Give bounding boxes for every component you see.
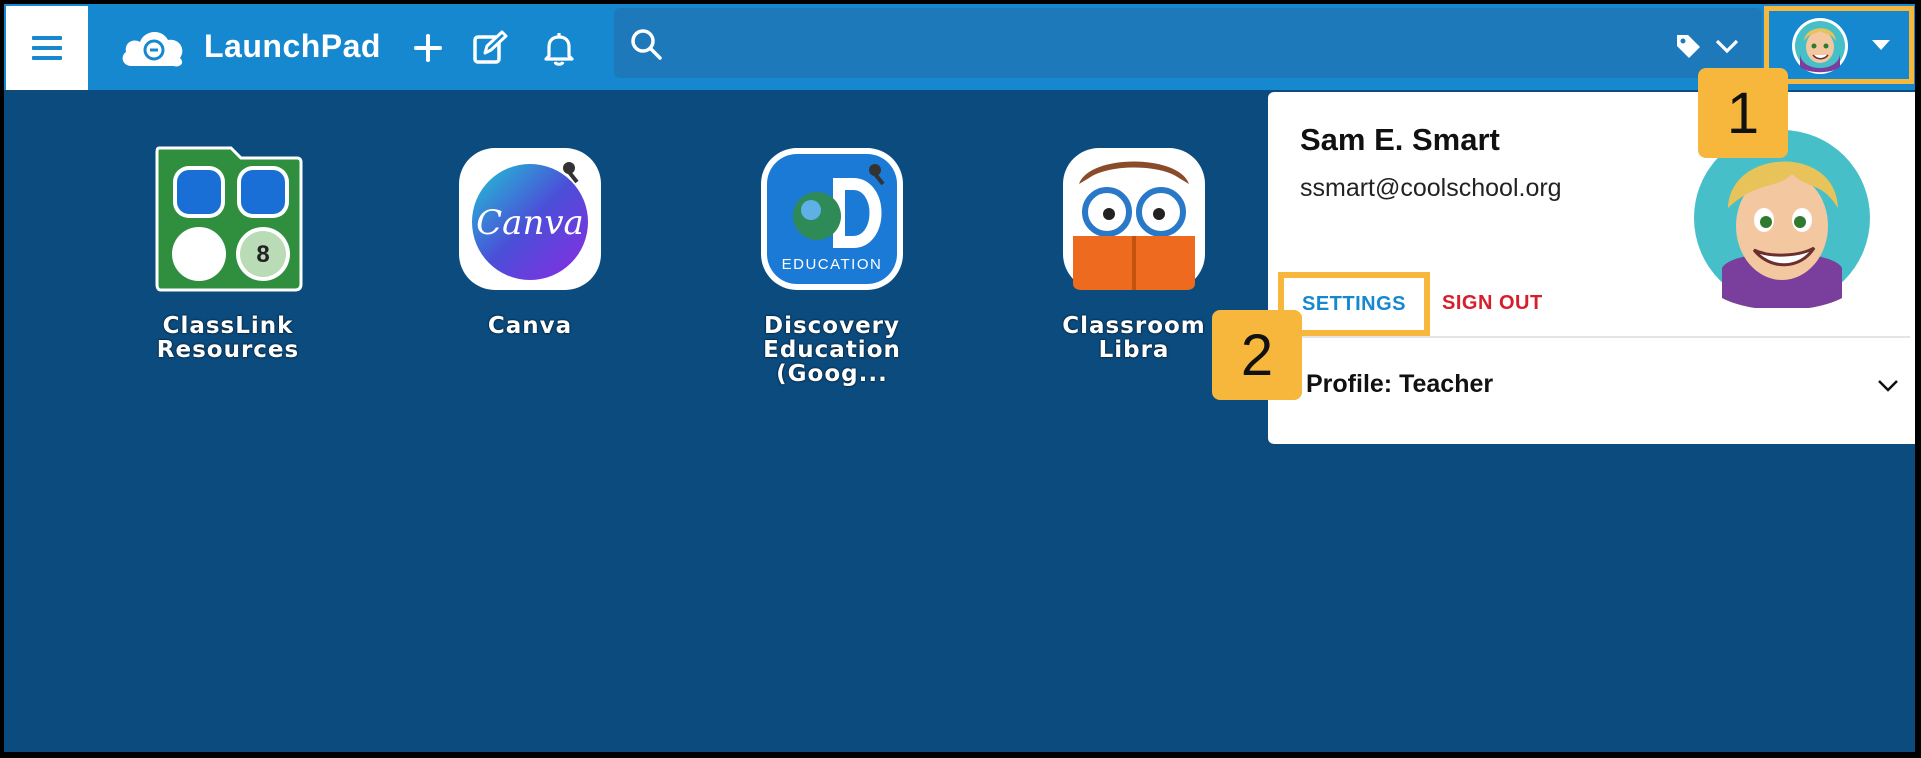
app-label-line: Discovery: [763, 313, 901, 339]
svg-text:8: 8: [256, 241, 269, 268]
app-label: Discovery Education (Goog...: [732, 314, 932, 386]
bell-icon[interactable]: [539, 28, 579, 68]
profile-selector[interactable]: Profile: Teacher: [1306, 370, 1493, 399]
avatar: [1792, 18, 1848, 74]
app-label: ClassLink Resources: [128, 314, 328, 362]
top-bar: LaunchPad: [4, 4, 1915, 90]
menu-icon: [32, 30, 62, 66]
app-label-line: Education (Goog...: [763, 337, 901, 387]
app-tile-canva[interactable]: Canva Canva: [430, 144, 630, 338]
chevron-down-icon[interactable]: [1714, 36, 1740, 56]
app-label-line: Resources: [156, 337, 300, 363]
sign-out-link[interactable]: SIGN OUT: [1442, 292, 1543, 315]
app-label: Canva: [430, 314, 630, 338]
divider: [1290, 336, 1910, 338]
caret-down-icon: [1872, 40, 1890, 50]
tag-icon[interactable]: [1674, 32, 1702, 60]
classlink-cloud-logo: [122, 31, 183, 67]
classroom-library-icon: [1063, 148, 1205, 290]
search-input[interactable]: [678, 20, 1582, 68]
app-tile-classlink-resources[interactable]: 8 ClassLink Resources: [128, 144, 328, 362]
search-bar: [614, 8, 1762, 78]
user-name: Sam E. Smart: [1300, 122, 1500, 157]
app-label-line: ClassLink: [162, 313, 294, 339]
app-label-line: Canva: [487, 313, 573, 339]
callout-1: 1: [1698, 68, 1788, 158]
profile-dropdown: Sam E. Smart ssmart@coolschool.org SETTI…: [1268, 92, 1915, 444]
app-tile-classroom-library[interactable]: Classroom Libra: [1034, 144, 1234, 362]
user-email: ssmart@coolschool.org: [1300, 174, 1562, 202]
canva-icon: Canva: [459, 148, 601, 290]
svg-text:EDUCATION: EDUCATION: [782, 256, 883, 273]
classlink-resources-folder-icon: 8: [155, 146, 303, 292]
edit-icon[interactable]: [470, 28, 510, 68]
callout-2: 2: [1212, 310, 1302, 400]
svg-text:Canva: Canva: [476, 203, 584, 243]
plus-icon[interactable]: [408, 28, 448, 68]
app-tile-discovery-education[interactable]: EDUCATION Discovery Education (Goog...: [732, 144, 932, 386]
chevron-down-icon[interactable]: [1876, 376, 1900, 394]
app-label: Classroom Libra: [1034, 314, 1234, 362]
launchpad-window: LaunchPad 8 ClassLink Resources Canva Ca…: [2, 2, 1917, 754]
discovery-education-icon: EDUCATION: [761, 148, 903, 290]
menu-button[interactable]: [6, 6, 88, 90]
app-title: LaunchPad: [204, 28, 381, 64]
app-label-line: Classroom Libra: [1062, 313, 1206, 363]
search-icon: [631, 29, 662, 60]
